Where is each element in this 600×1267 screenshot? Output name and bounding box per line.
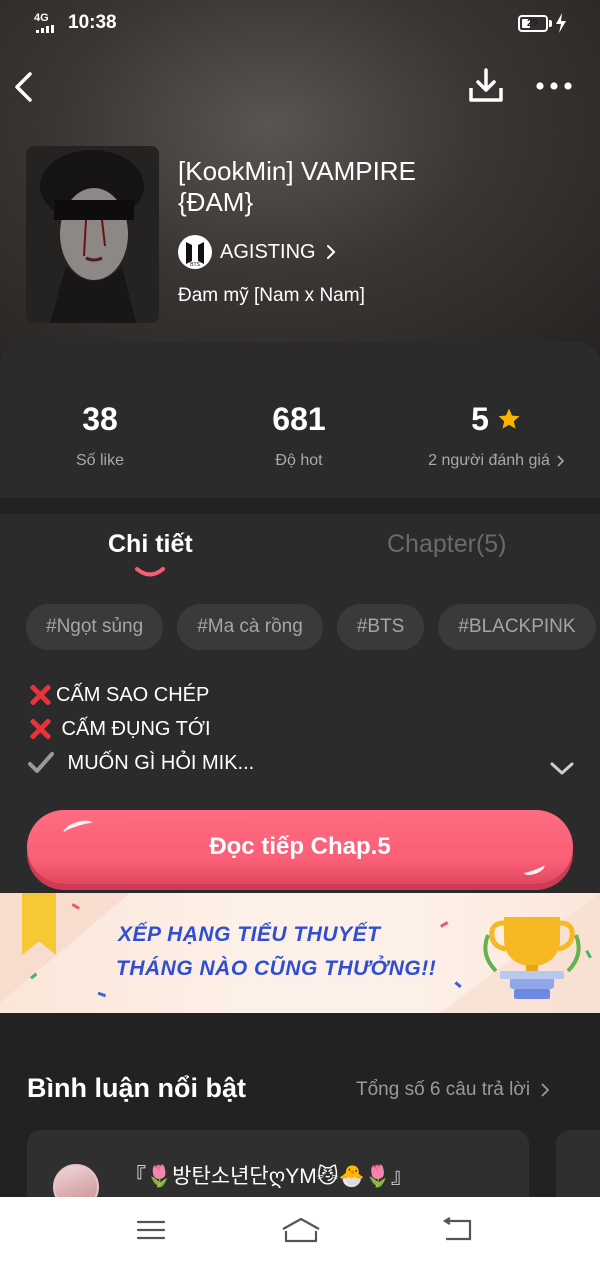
trophy-icon xyxy=(483,917,581,999)
description-line: MUỐN GÌ HỎI MIK... xyxy=(28,746,254,780)
description-text: CẤM ĐỤNG TỚI xyxy=(56,718,211,740)
tab-chapters[interactable]: Chapter(5) xyxy=(387,530,507,559)
chevron-right-icon xyxy=(541,1083,550,1097)
stat-likes: 38 Số like xyxy=(0,400,200,470)
description-line: CẤM ĐỤNG TỚI xyxy=(28,712,254,746)
continue-reading-label: Đọc tiếp Chap.5 xyxy=(209,833,391,860)
download-icon xyxy=(469,68,503,102)
battery-tip xyxy=(549,20,552,27)
chevron-right-icon xyxy=(326,245,335,259)
button-shine xyxy=(521,860,547,878)
check-mark-icon xyxy=(28,752,54,773)
menu-icon[interactable] xyxy=(134,1215,168,1245)
comments-total-link[interactable]: Tổng số 6 câu trả lời xyxy=(356,1079,550,1101)
battery-icon: 29 xyxy=(518,15,548,32)
banner-line-2: THÁNG NÀO CŨNG THƯỞNG!! xyxy=(116,957,437,980)
download-button[interactable] xyxy=(466,66,506,106)
button-shine xyxy=(61,817,95,839)
rating-value-row: 5 xyxy=(396,400,596,438)
tab-details[interactable]: Chi tiết xyxy=(108,530,193,559)
tag-list: #Ngọt sủng #Ma cà rồng #BTS #BLACKPINK xyxy=(26,604,596,650)
tag-item[interactable]: #BLACKPINK xyxy=(438,604,596,650)
commenter-name: 『🌷방탄소년단ღYM😼🐣🌷』 xyxy=(125,1165,412,1188)
red-cross-icon xyxy=(28,683,52,707)
battery-level: 29 xyxy=(527,18,539,29)
author-link[interactable]: BTS AGISTING xyxy=(178,234,336,270)
status-time: 10:38 xyxy=(68,12,117,33)
comments-title: Bình luận nổi bật xyxy=(27,1073,246,1103)
back-button[interactable] xyxy=(8,66,44,106)
cover-image xyxy=(26,146,159,323)
hotness-value: 681 xyxy=(272,400,326,437)
more-dots-icon xyxy=(536,82,572,90)
rating-count: 2 người đánh giá xyxy=(428,452,550,469)
active-tab-indicator xyxy=(135,567,165,577)
banner-line-1: XẾP HẠNG TIỂU THUYẾT xyxy=(118,923,381,946)
red-cross-icon xyxy=(28,717,52,741)
stat-hotness: 681 Độ hot xyxy=(199,400,399,470)
comments-total: Tổng số 6 câu trả lời xyxy=(356,1079,531,1100)
promo-banner[interactable]: XẾP HẠNG TIỂU THUYẾT THÁNG NÀO CŨNG THƯỞ… xyxy=(0,893,600,1013)
signal-icon xyxy=(36,25,54,33)
section-divider xyxy=(0,498,600,514)
featured-comments-section: Bình luận nổi bật Tổng số 6 câu trả lời … xyxy=(0,1013,600,1220)
system-navigation-bar xyxy=(0,1197,600,1267)
chevron-right-icon xyxy=(557,455,564,467)
likes-label: Số like xyxy=(75,452,125,469)
star-icon xyxy=(498,408,520,429)
tag-item[interactable]: #BTS xyxy=(336,604,425,650)
tag-item[interactable]: #Ma cà rồng xyxy=(177,604,323,650)
back-nav-icon[interactable] xyxy=(440,1215,474,1245)
description-text: CẤM SAO CHÉP xyxy=(56,684,210,706)
details-content: #Ngọt sủng #Ma cà rồng #BTS #BLACKPINK C… xyxy=(0,584,600,894)
book-description: CẤM SAO CHÉP CẤM ĐỤNG TỚI MUỐN GÌ HỎI MI… xyxy=(28,678,254,780)
detail-tabs: Chi tiết Chapter(5) xyxy=(0,514,600,584)
expand-description-button[interactable] xyxy=(548,760,576,778)
chevron-left-icon xyxy=(15,72,32,102)
stats-panel: 38 Số like 681 Độ hot 5 2 người đánh giá xyxy=(0,342,600,498)
rating-value: 5 xyxy=(471,400,489,437)
charging-icon xyxy=(556,13,566,33)
author-name: AGISTING xyxy=(220,240,316,263)
likes-value: 38 xyxy=(82,400,118,437)
more-options-button[interactable] xyxy=(530,70,578,102)
network-type: 4G xyxy=(34,12,49,24)
svg-text:BTS: BTS xyxy=(190,262,200,268)
hotness-label: Độ hot xyxy=(275,452,323,469)
tag-item[interactable]: #Ngọt sủng xyxy=(26,604,164,650)
rating-count-row: 2 người đánh giá xyxy=(396,452,596,470)
author-avatar: BTS xyxy=(178,235,212,269)
description-text: MUỐN GÌ HỎI MIK... xyxy=(62,752,255,774)
bts-logo-icon: BTS xyxy=(186,242,204,268)
home-icon[interactable] xyxy=(280,1215,322,1245)
status-bar: 4G 10:38 29 xyxy=(0,0,600,48)
stat-rating[interactable]: 5 2 người đánh giá xyxy=(396,400,596,470)
continue-reading-button[interactable]: Đọc tiếp Chap.5 xyxy=(27,810,573,884)
book-title: [KookMin] VAMPIRE {ĐAM} xyxy=(178,156,416,217)
description-line: CẤM SAO CHÉP xyxy=(28,678,254,712)
book-genre: Đam mỹ [Nam x Nam] xyxy=(178,285,365,306)
book-cover[interactable] xyxy=(26,146,159,323)
